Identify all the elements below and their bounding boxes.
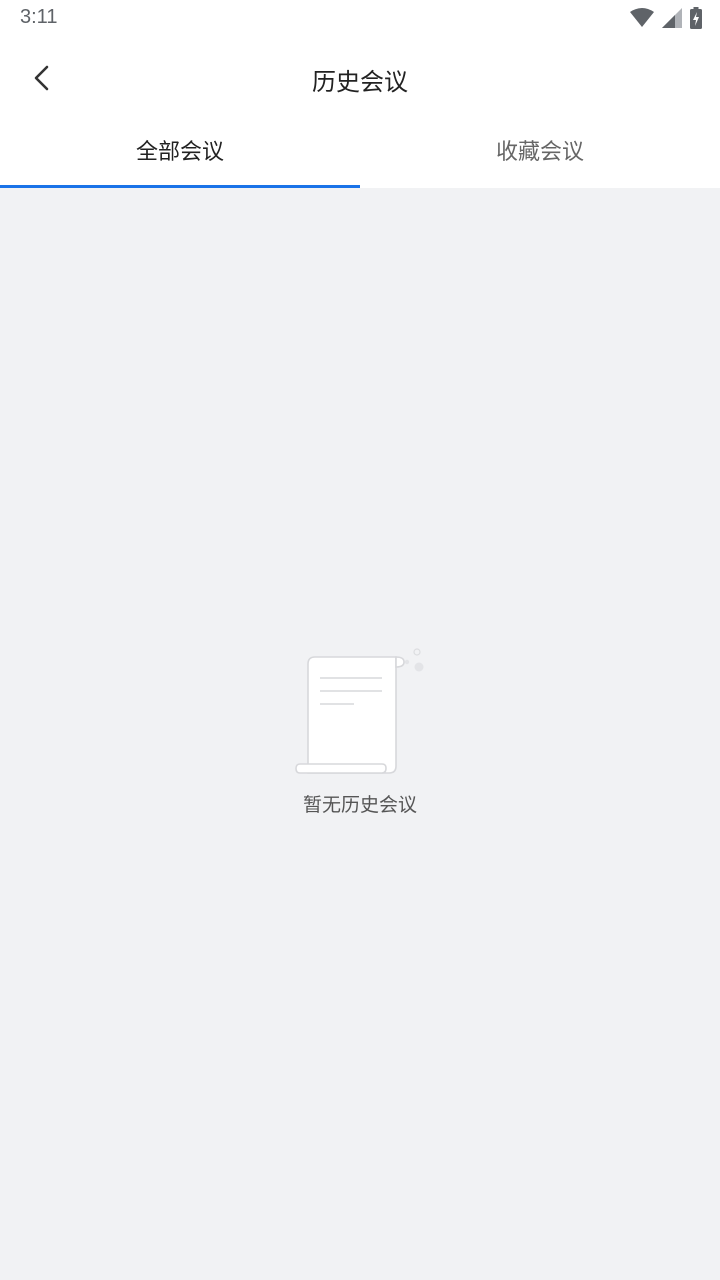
- app-bar: 历史会议: [0, 36, 720, 124]
- cell-signal-icon: [662, 8, 682, 28]
- screen: 3:11 历史会议 全部会议 收藏会议 暂无历史会议: [0, 0, 720, 1280]
- tab-favorite-meetings[interactable]: 收藏会议: [360, 124, 720, 188]
- status-bar: 3:11: [0, 0, 720, 36]
- battery-charging-icon: [690, 7, 702, 29]
- tab-all-meetings-label: 全部会议: [135, 140, 224, 165]
- tab-bar: 全部会议 收藏会议: [0, 124, 720, 188]
- status-time: 3:11: [20, 6, 58, 28]
- tab-favorite-meetings-label: 收藏会议: [495, 140, 584, 165]
- empty-state-message: 暂无历史会议: [302, 794, 417, 816]
- page-title: 历史会议: [312, 68, 408, 96]
- document-scroll-icon: [295, 648, 424, 774]
- empty-state: 暂无历史会议: [0, 640, 720, 817]
- wifi-icon: [630, 8, 654, 27]
- status-icons: [630, 7, 702, 29]
- tab-all-meetings[interactable]: 全部会议: [0, 124, 360, 188]
- tab-indicator: [0, 185, 360, 188]
